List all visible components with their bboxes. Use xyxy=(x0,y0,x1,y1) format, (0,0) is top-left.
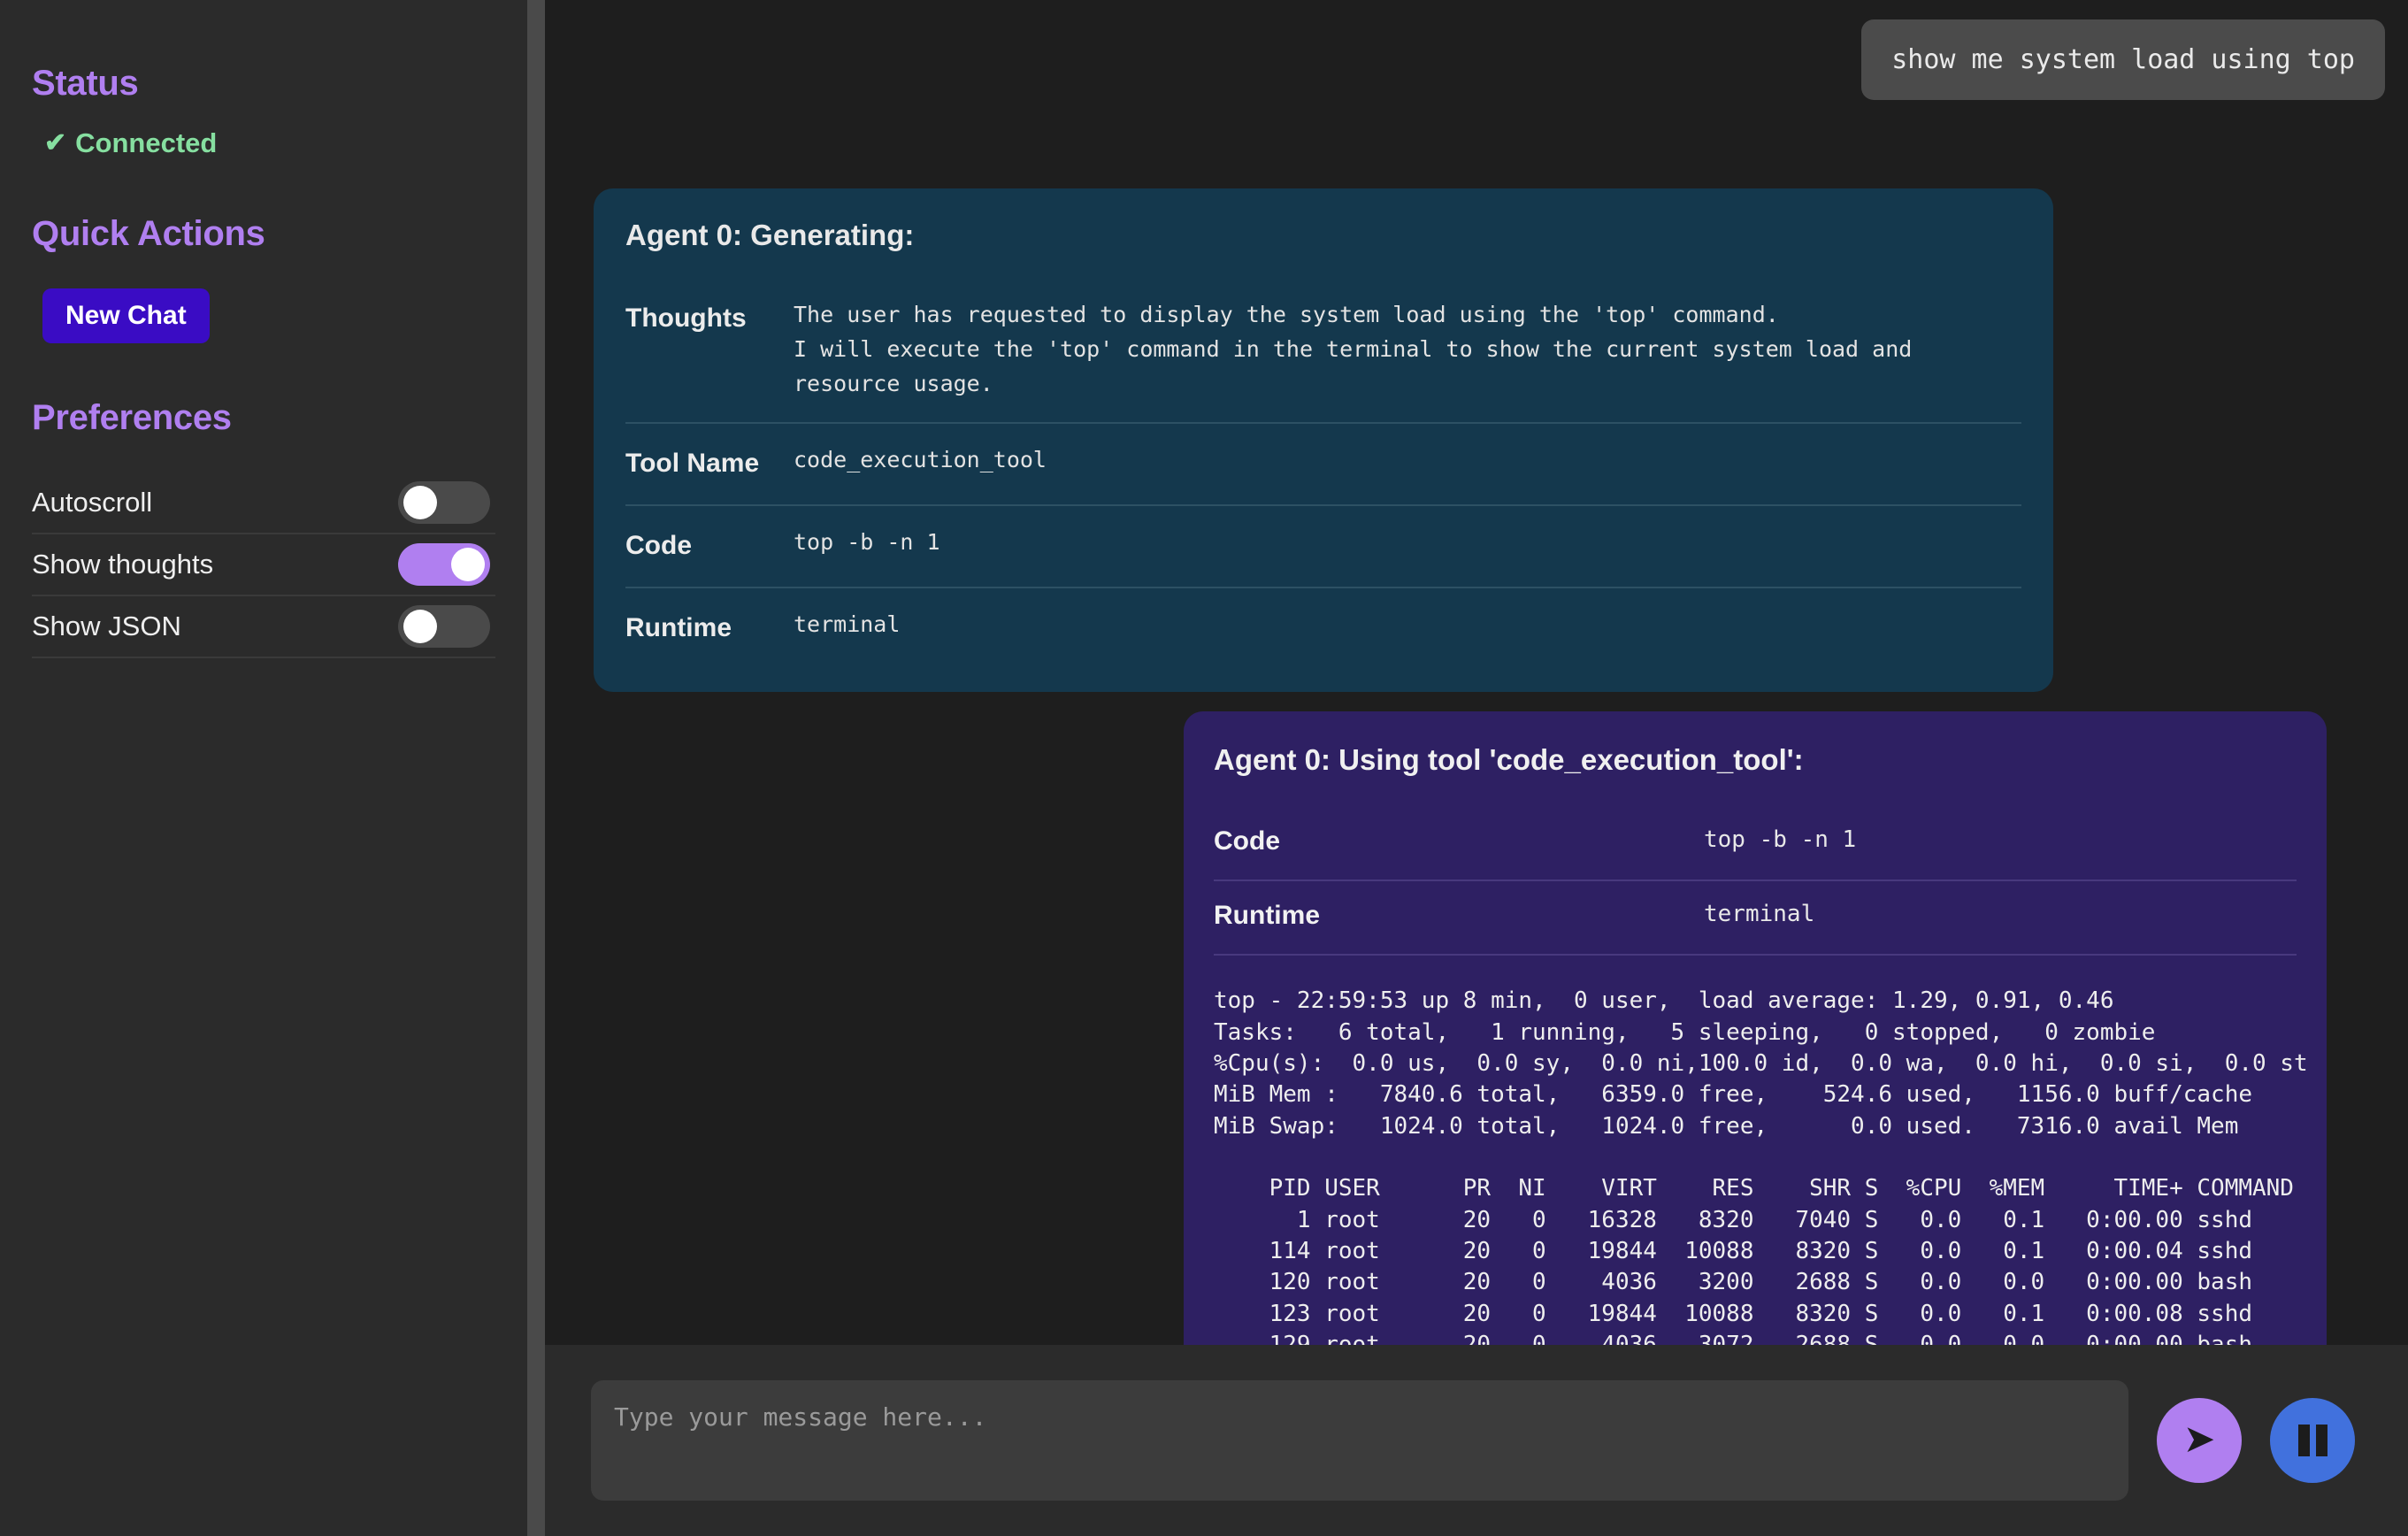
connection-status: ✔ Connected xyxy=(32,127,495,159)
generating-row-runtime: Runtime terminal xyxy=(625,588,2021,669)
message-input-bar: ➤ xyxy=(545,1345,2408,1536)
user-message-bubble: show me system load using top xyxy=(1861,19,2385,100)
toggle-show-thoughts[interactable] xyxy=(398,543,490,586)
tool-row-code: Code top -b -n 1 xyxy=(1214,807,2297,882)
generating-panel-title: Agent 0: Generating: xyxy=(625,219,915,251)
pref-label-show-thoughts: Show thoughts xyxy=(32,549,214,580)
sidebar-resize-divider[interactable] xyxy=(527,0,545,1536)
main-panel: show me system load using top Agent 0: G… xyxy=(545,0,2408,1536)
tool-row-runtime: Runtime terminal xyxy=(1214,881,2297,956)
pref-row-show-json: Show JSON xyxy=(32,596,495,658)
toggle-autoscroll[interactable] xyxy=(398,481,490,524)
agent-generating-panel: Agent 0: Generating: Thoughts The user h… xyxy=(594,188,2053,693)
preferences-heading: Preferences xyxy=(32,398,232,437)
toggle-show-json[interactable] xyxy=(398,605,490,648)
generating-value-thoughts: The user has requested to display the sy… xyxy=(794,302,1913,396)
terminal-output: top - 22:59:53 up 8 min, 0 user, load av… xyxy=(1214,987,2308,1345)
agent-tool-use-panel: Agent 0: Using tool 'code_execution_tool… xyxy=(1184,711,2327,1345)
pref-label-autoscroll: Autoscroll xyxy=(32,487,153,518)
tool-value-runtime: terminal xyxy=(1704,901,1815,928)
status-heading: Status xyxy=(32,64,139,103)
tool-value-code: top -b -n 1 xyxy=(1704,826,1857,854)
chat-scroll-area[interactable]: show me system load using top Agent 0: G… xyxy=(545,0,2408,1345)
generating-value-tool-name: code_execution_tool xyxy=(794,447,1047,473)
pref-label-show-json: Show JSON xyxy=(32,611,181,641)
status-badge: Connected xyxy=(75,127,218,158)
pref-row-show-thoughts: Show thoughts xyxy=(32,534,495,596)
tool-key-code: Code xyxy=(1214,826,1280,856)
send-button[interactable]: ➤ xyxy=(2157,1398,2242,1483)
generating-value-runtime: terminal xyxy=(794,611,901,638)
generating-key-runtime: Runtime xyxy=(625,613,732,643)
toggle-knob xyxy=(403,486,437,519)
generating-row-tool-name: Tool Name code_execution_tool xyxy=(625,424,2021,507)
generating-key-thoughts: Thoughts xyxy=(625,303,747,333)
pref-row-autoscroll: Autoscroll xyxy=(32,472,495,534)
user-message-row: show me system load using top xyxy=(545,0,2408,100)
tool-panel-title: Agent 0: Using tool 'code_execution_tool… xyxy=(1214,743,1804,777)
check-icon: ✔ xyxy=(44,128,67,157)
message-input[interactable] xyxy=(591,1380,2128,1501)
toggle-knob xyxy=(451,548,485,581)
quick-actions-heading: Quick Actions xyxy=(32,214,265,253)
generating-row-thoughts: Thoughts The user has requested to displ… xyxy=(625,279,2021,425)
new-chat-button[interactable]: New Chat xyxy=(42,288,210,343)
send-arrow-icon: ➤ xyxy=(2182,1417,2216,1461)
generating-key-tool-name: Tool Name xyxy=(625,449,760,479)
tool-key-runtime: Runtime xyxy=(1214,901,1320,931)
generating-value-code: top -b -n 1 xyxy=(794,529,940,556)
pause-icon xyxy=(2297,1425,2327,1456)
toggle-knob xyxy=(403,610,437,643)
generating-key-code: Code xyxy=(625,531,692,561)
sidebar: Status ✔ Connected Quick Actions New Cha… xyxy=(0,0,527,1536)
preferences-list: Autoscroll Show thoughts Show JSON xyxy=(32,472,495,658)
app-root: Status ✔ Connected Quick Actions New Cha… xyxy=(0,0,2408,1536)
stop-button[interactable] xyxy=(2270,1398,2355,1483)
generating-row-code: Code top -b -n 1 xyxy=(625,506,2021,589)
